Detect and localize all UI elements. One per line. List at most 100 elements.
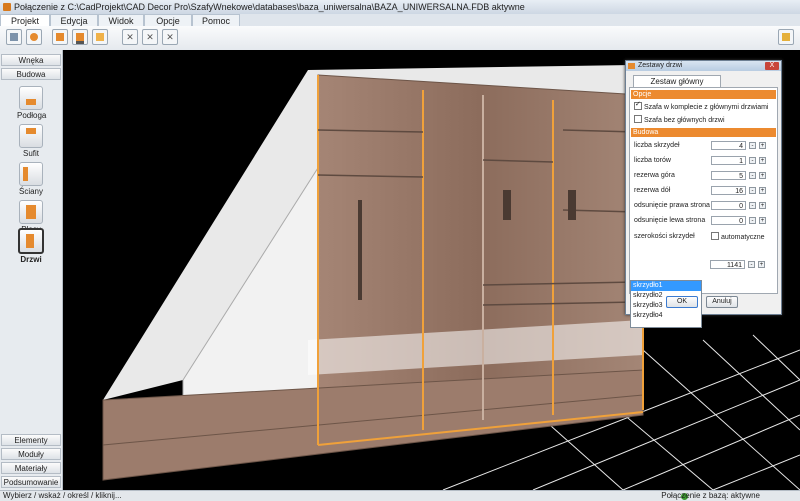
decrement-button[interactable]: - bbox=[749, 142, 756, 149]
field-row-leaf-width: 1141 - + bbox=[630, 259, 770, 271]
remove-all-button[interactable]: ✕ bbox=[142, 29, 158, 45]
menu-tab-opcje[interactable]: Opcje bbox=[144, 14, 192, 26]
leaves-count-input[interactable]: 4 bbox=[711, 141, 746, 150]
field-label: rezerwa góra bbox=[634, 172, 675, 179]
bottom-reserve-input[interactable]: 16 bbox=[711, 186, 746, 195]
build-section-header: Budowa bbox=[631, 128, 776, 137]
decrement-button[interactable]: - bbox=[749, 172, 756, 179]
new-file-button[interactable] bbox=[52, 29, 68, 45]
sidebar-item-label: Drzwi bbox=[20, 255, 42, 264]
checkbox-checked-icon bbox=[634, 100, 642, 110]
menu-tab-widok[interactable]: Widok bbox=[98, 14, 144, 26]
remove-last-icon: ✕ bbox=[166, 32, 174, 42]
tab-zestaw-glowny[interactable]: Zestaw główny bbox=[633, 75, 721, 87]
automatic-checkbox[interactable]: automatyczne bbox=[711, 232, 765, 242]
save-icon bbox=[76, 33, 84, 44]
increment-button[interactable]: + bbox=[758, 261, 765, 268]
decrement-button[interactable]: - bbox=[749, 202, 756, 209]
status-bar: Wybierz / wskaż / określ / kliknij... Po… bbox=[0, 490, 800, 501]
sidebar-item-drzwi[interactable]: Drzwi bbox=[17, 228, 45, 264]
with-main-doors-checkbox[interactable]: Szafa w komplecie z głównymi drzwiami bbox=[634, 100, 769, 112]
save-button[interactable] bbox=[72, 29, 88, 45]
sidebar-wneka-button[interactable]: Wnęka bbox=[1, 54, 61, 66]
sidebar-materialy-button[interactable]: Materiały bbox=[1, 462, 61, 474]
sidebar-moduly-button[interactable]: Moduły bbox=[1, 448, 61, 460]
calculator-button[interactable] bbox=[778, 29, 794, 45]
user-button[interactable] bbox=[26, 29, 42, 45]
field-row-leaves: liczba skrzydeł 4 - + bbox=[634, 140, 774, 152]
increment-button[interactable]: + bbox=[759, 202, 766, 209]
sidebar-item-label: Ściany bbox=[18, 187, 43, 196]
increment-button[interactable]: + bbox=[759, 187, 766, 194]
floor-icon bbox=[19, 86, 43, 110]
dialog-icon bbox=[628, 63, 635, 69]
field-row-right-offset: odsunięcie prawa strona 0 - + bbox=[634, 200, 774, 212]
window-title: Połączenie z C:\CadProjekt\CAD Decor Pro… bbox=[14, 2, 525, 12]
decrement-button[interactable]: - bbox=[749, 187, 756, 194]
field-row-bottom-reserve: rezerwa dół 16 - + bbox=[634, 185, 774, 197]
checkbox-label: Szafa bez głównych drzwi bbox=[644, 117, 725, 124]
door-sets-dialog: Zestawy drzwi X Zestaw główny Opcje Szaf… bbox=[625, 60, 782, 328]
decrement-button[interactable]: - bbox=[748, 261, 755, 268]
app-icon bbox=[3, 3, 11, 11]
menu-bar: Projekt Edycja Widok Opcje Pomoc bbox=[0, 14, 800, 26]
grid-button[interactable] bbox=[6, 29, 22, 45]
walls-icon bbox=[19, 162, 43, 186]
sidebar-elementy-button[interactable]: Elementy bbox=[1, 434, 61, 446]
decrement-button[interactable]: - bbox=[749, 217, 756, 224]
back-panel-icon bbox=[19, 200, 43, 224]
toolbar: ✕ ✕ ✕ bbox=[0, 26, 800, 51]
checkbox-label: Szafa w komplecie z głównymi drzwiami bbox=[644, 104, 769, 111]
sidebar-item-podloga[interactable]: Podłoga bbox=[17, 86, 47, 120]
dialog-titlebar: Zestawy drzwi X bbox=[626, 61, 781, 71]
cancel-button[interactable]: Anuluj bbox=[706, 296, 738, 308]
increment-button[interactable]: + bbox=[759, 157, 766, 164]
user-icon bbox=[30, 33, 38, 41]
without-main-doors-checkbox[interactable]: Szafa bez głównych drzwi bbox=[634, 115, 725, 125]
open-folder-button[interactable] bbox=[92, 29, 108, 45]
increment-button[interactable]: + bbox=[759, 217, 766, 224]
window-titlebar: Połączenie z C:\CadProjekt\CAD Decor Pro… bbox=[0, 0, 800, 14]
field-row-top-reserve: rezerwa góra 5 - + bbox=[634, 170, 774, 182]
field-row-tracks: liczba torów 1 - + bbox=[634, 155, 774, 167]
field-label: liczba torów bbox=[634, 157, 671, 164]
field-row-left-offset: odsunięcie lewa strona 0 - + bbox=[634, 215, 774, 227]
field-label: odsunięcie prawa strona bbox=[634, 202, 710, 209]
doors-icon bbox=[18, 228, 44, 254]
list-item[interactable]: skrzydło4 bbox=[631, 311, 701, 321]
close-button[interactable]: X bbox=[765, 62, 779, 70]
close-icon: X bbox=[769, 62, 775, 69]
options-section-header: Opcje bbox=[631, 90, 776, 99]
right-offset-input[interactable]: 0 bbox=[711, 201, 746, 210]
leaf-width-input[interactable]: 1141 bbox=[710, 260, 745, 269]
new-file-icon bbox=[56, 33, 64, 41]
menu-tab-projekt[interactable]: Projekt bbox=[0, 14, 50, 26]
remove-button[interactable]: ✕ bbox=[122, 29, 138, 45]
ok-button[interactable]: OK bbox=[666, 296, 698, 308]
calculator-icon bbox=[782, 33, 790, 41]
left-offset-input[interactable]: 0 bbox=[711, 216, 746, 225]
sidebar-item-sciany[interactable]: Ściany bbox=[17, 162, 45, 196]
open-folder-icon bbox=[96, 33, 104, 41]
decrement-button[interactable]: - bbox=[749, 157, 756, 164]
list-item[interactable]: skrzydło1 bbox=[631, 281, 701, 291]
dialog-title: Zestawy drzwi bbox=[638, 62, 683, 69]
remove-icon: ✕ bbox=[126, 32, 134, 42]
sidebar-item-sufit[interactable]: Sufit bbox=[17, 124, 45, 158]
sidebar-podsumowanie-button[interactable]: Podsumowanie bbox=[1, 476, 61, 488]
sidebar-budowa-button[interactable]: Budowa bbox=[1, 68, 61, 80]
top-reserve-input[interactable]: 5 bbox=[711, 171, 746, 180]
increment-button[interactable]: + bbox=[759, 172, 766, 179]
menu-tab-edycja[interactable]: Edycja bbox=[50, 14, 98, 26]
menu-tab-pomoc[interactable]: Pomoc bbox=[192, 14, 240, 26]
grid-icon bbox=[10, 33, 18, 41]
remove-all-icon: ✕ bbox=[146, 32, 154, 42]
tracks-count-input[interactable]: 1 bbox=[711, 156, 746, 165]
field-row-leaf-widths: szerokości skrzydeł automatyczne bbox=[634, 231, 774, 243]
field-label: odsunięcie lewa strona bbox=[634, 217, 706, 224]
increment-button[interactable]: + bbox=[759, 142, 766, 149]
checkbox-label: automatyczne bbox=[721, 234, 765, 241]
sidebar-item-label: Podłoga bbox=[17, 111, 47, 120]
remove-last-button[interactable]: ✕ bbox=[162, 29, 178, 45]
left-sidebar: Wnęka Budowa Podłoga Sufit Ściany Plecy … bbox=[0, 50, 63, 490]
